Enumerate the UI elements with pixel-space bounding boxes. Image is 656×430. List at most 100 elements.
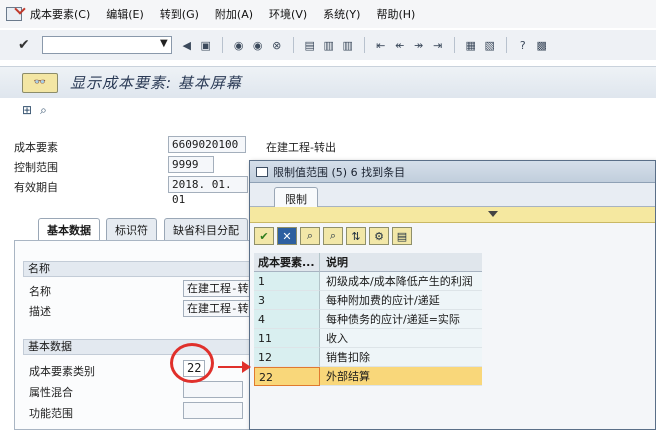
- hierarchy-icon[interactable]: ⊞: [22, 103, 32, 118]
- column-header-description[interactable]: 说明: [320, 253, 482, 272]
- controlling-area-field[interactable]: 9999: [168, 156, 214, 173]
- find-next-icon[interactable]: ⌕: [323, 227, 343, 245]
- table-row[interactable]: 11 收入: [254, 329, 482, 348]
- standard-toolbar: ✔ ▼ ◀ ▣ ◉ ◉ ⊗ ▤ ▥ ▥ ⇤ ↞ ↠ ⇥ ▦ ▧ ? ▩: [0, 30, 656, 60]
- valid-from-label: 有效期自: [14, 181, 58, 194]
- annotation-arrow-head: [242, 361, 251, 373]
- toolbar-separator: [363, 37, 365, 53]
- find-icon[interactable]: ⌕: [300, 227, 320, 245]
- value-list-table: 成本要素... 说明 1 初级成本/成本降低产生的利润 3 每种附加费的应计/递…: [254, 253, 482, 386]
- table-row[interactable]: 4 每种债务的应计/递延=实际: [254, 310, 482, 329]
- attribute-mix-field[interactable]: [183, 381, 243, 398]
- attribute-mix-label: 属性混合: [29, 386, 73, 399]
- first-page-icon[interactable]: ⇤: [374, 38, 388, 52]
- cell-description: 初级成本/成本降低产生的利润: [320, 272, 482, 291]
- group-names-header: 名称: [23, 261, 253, 277]
- table-row-selected[interactable]: 22 外部结算: [254, 367, 482, 386]
- save-icon[interactable]: ▣: [199, 38, 213, 52]
- cell-description: 每种附加费的应计/递延: [320, 291, 482, 310]
- menu-cost-element[interactable]: 成本要素(C): [30, 6, 90, 22]
- cancel-icon[interactable]: ⊗: [270, 38, 284, 52]
- enter-icon[interactable]: ✔: [18, 37, 30, 53]
- last-page-icon[interactable]: ⇥: [431, 38, 445, 52]
- cell-description: 外部结算: [320, 367, 482, 386]
- print-icon[interactable]: ▤: [303, 38, 317, 52]
- menu-extras[interactable]: 附加(A): [215, 6, 253, 22]
- controlling-area-label: 控制范围: [14, 161, 58, 174]
- annotation-arrow: [218, 366, 244, 368]
- confirm-icon[interactable]: ✔: [254, 227, 274, 245]
- page-title: 显示成本要素: 基本屏幕: [70, 74, 242, 92]
- popup-tabstrip: 限制: [250, 183, 655, 207]
- menu-edit[interactable]: 编辑(E): [106, 6, 144, 22]
- basic-data-panel: 名称 名称 在建工程-转出 描述 在建工程-转出 基本数据 成本要素类别 22 …: [14, 240, 263, 430]
- help-icon[interactable]: ?: [516, 38, 530, 52]
- sap-menu-icon[interactable]: [6, 7, 22, 21]
- tab-restrictions[interactable]: 限制: [274, 187, 318, 207]
- menu-goto[interactable]: 转到(G): [160, 6, 199, 22]
- cancel-icon[interactable]: ✕: [277, 227, 297, 245]
- tab-indicators[interactable]: 标识符: [106, 218, 157, 240]
- cost-element-label: 成本要素: [14, 141, 58, 154]
- popup-title-bar: 限制值范围 (5) 6 找到条目: [250, 161, 655, 183]
- restrictions-toggle-bar[interactable]: [250, 207, 655, 223]
- tabstrip: 基本数据 标识符 缺省科目分配: [14, 218, 274, 241]
- sort-icon[interactable]: ⇅: [346, 227, 366, 245]
- cell-code: 1: [254, 272, 320, 291]
- next-page-icon[interactable]: ↠: [412, 38, 426, 52]
- print-icon[interactable]: ▤: [392, 227, 412, 245]
- functional-area-field[interactable]: [183, 402, 243, 419]
- cost-element-category-label: 成本要素类别: [29, 365, 95, 378]
- layout-menu-icon[interactable]: ▩: [535, 38, 549, 52]
- cell-code: 11: [254, 329, 320, 348]
- name-label: 名称: [29, 285, 51, 298]
- highlight-circle: [170, 343, 214, 383]
- command-field[interactable]: ▼: [41, 36, 172, 54]
- functional-area-label: 功能范围: [29, 407, 73, 420]
- menu-environment[interactable]: 环境(V): [269, 6, 307, 22]
- application-toolbar: ⊞ ⌕: [22, 103, 47, 118]
- group-basic-data-header: 基本数据: [23, 339, 253, 355]
- dropdown-icon[interactable]: ▼: [160, 38, 168, 49]
- cell-code: 12: [254, 348, 320, 367]
- toolbar-separator: [453, 37, 455, 53]
- menu-system[interactable]: 系统(Y): [323, 6, 360, 22]
- cost-element-text: 在建工程-转出: [266, 141, 336, 154]
- find-icon[interactable]: ▥: [322, 38, 336, 52]
- exit-icon[interactable]: ◉: [251, 38, 265, 52]
- search-icon[interactable]: ⌕: [40, 103, 47, 118]
- menu-bar: 成本要素(C) 编辑(E) 转到(G) 附加(A) 环境(V) 系统(Y) 帮助…: [0, 0, 656, 28]
- description-label: 描述: [29, 305, 51, 318]
- value-help-popup: 限制值范围 (5) 6 找到条目 限制 ✔ ✕ ⌕ ⌕ ⇅ ⚙ ▤ 成本要素..…: [249, 160, 656, 430]
- tab-default-account-assignment[interactable]: 缺省科目分配: [164, 218, 248, 240]
- menu-help[interactable]: 帮助(H): [376, 6, 415, 22]
- cell-description: 每种债务的应计/递延=实际: [320, 310, 482, 329]
- display-change-button[interactable]: 👓: [22, 72, 58, 93]
- shortcut-icon[interactable]: ▧: [483, 38, 497, 52]
- toolbar-separator: [292, 37, 294, 53]
- popup-title: 限制值范围 (5) 6 找到条目: [273, 165, 406, 179]
- cell-code: 3: [254, 291, 320, 310]
- tab-basic-data[interactable]: 基本数据: [38, 218, 100, 241]
- title-bar: 👓 显示成本要素: 基本屏幕: [0, 66, 656, 98]
- cell-description: 销售扣除: [320, 348, 482, 367]
- back-icon[interactable]: ◉: [232, 38, 246, 52]
- table-row[interactable]: 12 销售扣除: [254, 348, 482, 367]
- table-row[interactable]: 3 每种附加费的应计/递延: [254, 291, 482, 310]
- cell-code: 22: [254, 367, 320, 386]
- cost-element-field[interactable]: 6609020100: [168, 136, 246, 153]
- cell-code: 4: [254, 310, 320, 329]
- table-header-row: 成本要素... 说明: [254, 253, 482, 272]
- toolbar-separator: [221, 37, 223, 53]
- find-next-icon[interactable]: ▥: [341, 38, 355, 52]
- settings-icon[interactable]: ⚙: [369, 227, 389, 245]
- popup-toolbar: ✔ ✕ ⌕ ⌕ ⇅ ⚙ ▤: [254, 227, 412, 245]
- back-arrow-icon[interactable]: ◀: [180, 38, 194, 52]
- new-session-icon[interactable]: ▦: [464, 38, 478, 52]
- table-row[interactable]: 1 初级成本/成本降低产生的利润: [254, 272, 482, 291]
- valid-from-field[interactable]: 2018. 01. 01: [168, 176, 248, 206]
- prev-page-icon[interactable]: ↞: [393, 38, 407, 52]
- collapse-triangle-icon[interactable]: [488, 211, 498, 217]
- cell-description: 收入: [320, 329, 482, 348]
- column-header-cost-element[interactable]: 成本要素...: [254, 253, 320, 272]
